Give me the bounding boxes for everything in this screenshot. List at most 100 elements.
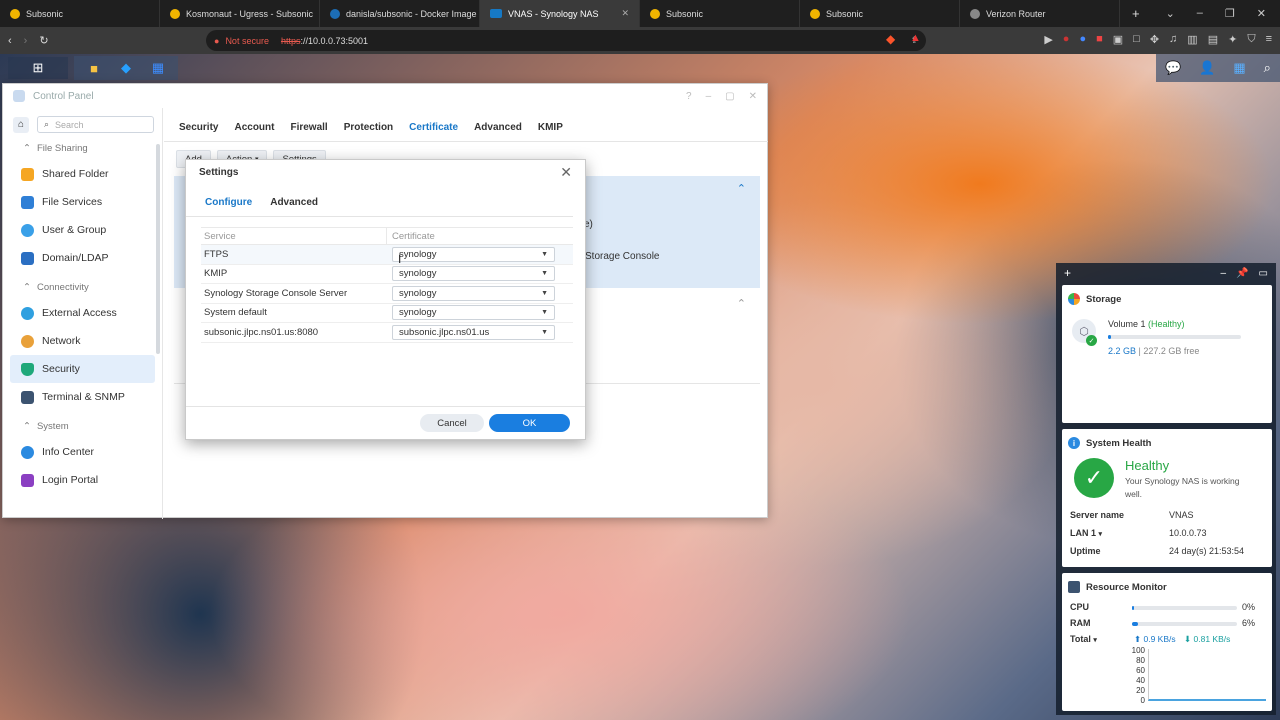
dialog-title-bar[interactable]: Settings ✕ [186,160,585,185]
forward-icon[interactable]: › [24,35,28,47]
tab-protection[interactable]: Protection [344,122,393,141]
sidebar-item-domain-ldap[interactable]: Domain/LDAP [3,244,162,272]
sidebar-item-file-services[interactable]: File Services [3,188,162,216]
music-icon[interactable]: ♫ [1169,33,1177,46]
widget-title: Resource Monitor [1086,581,1167,593]
widgets-icon[interactable]: ▦ [1233,60,1245,76]
tab-advanced[interactable]: Advanced [474,122,522,141]
table-row[interactable]: System default synology ▼ [201,304,573,323]
control-panel-icon[interactable]: ▦ [144,57,172,79]
chevron-up-icon[interactable]: ⌃ [737,182,746,195]
subsonic-icon [810,8,820,19]
back-icon[interactable]: ‹ [8,35,12,47]
new-tab-icon[interactable]: + [1120,6,1152,21]
address-bar[interactable]: ● Not secure https://10.0.0.73:5001 ⇪ [206,30,926,51]
dock-icon[interactable]: ▭ [1259,268,1268,279]
browser-tab-active[interactable]: VNAS - Synology NAS ✕ [480,0,640,27]
package-center-icon[interactable]: ◆ [112,57,140,79]
tab-advanced[interactable]: Advanced [270,197,318,216]
chevron-up-icon[interactable]: ⌃ [737,297,746,310]
card-text: Storage Console [585,251,660,262]
close-tab-icon[interactable]: ✕ [621,8,629,19]
restore-icon[interactable]: ❐ [1225,7,1235,20]
window-title-bar[interactable]: Control Panel ? – ▢ ✕ [3,84,767,108]
close-icon[interactable]: ✕ [749,91,757,102]
cancel-button[interactable]: Cancel [420,414,484,432]
tab-account[interactable]: Account [234,122,274,141]
sidebar-item-terminal-snmp[interactable]: Terminal & SNMP [3,383,162,411]
reload-icon[interactable]: ↻ [39,34,48,47]
search-icon[interactable]: ⌕ [1264,60,1271,76]
close-window-icon[interactable]: ✕ [1257,7,1266,20]
browser-tab[interactable]: Subsonic [800,0,960,27]
certificate-select[interactable]: synology ▼ [392,246,555,262]
browser-tab[interactable]: danisla/subsonic - Docker Image | D [320,0,480,27]
extension-icon[interactable]: ● [1063,33,1070,46]
file-station-icon[interactable]: ■ [80,57,108,79]
chat-icon[interactable]: 💬 [1165,60,1181,76]
close-icon[interactable]: ✕ [560,164,572,181]
main-menu-icon[interactable]: ⊞ [8,57,68,79]
tab-list-icon[interactable]: ⌄ [1166,7,1175,20]
minimize-icon[interactable]: – [1221,268,1227,279]
browser-tab[interactable]: Verizon Router [960,0,1120,27]
extension-icon[interactable]: ▣ [1113,33,1123,46]
vpn-icon[interactable]: ⛉ [1247,33,1255,46]
ok-button[interactable]: OK [489,414,570,432]
browser-tab[interactable]: Kosmonaut - Ugress - Subsonic [160,0,320,27]
group-system[interactable]: ⌃ System [3,415,162,438]
menu-icon[interactable]: ≡ [1266,33,1272,46]
certificate-select[interactable]: subsonic.jlpc.ns01.us ▼ [392,324,555,340]
tab-kmip[interactable]: KMIP [538,122,563,141]
table-row[interactable]: subsonic.jlpc.ns01.us:8080 subsonic.jlpc… [201,323,573,343]
sidebar-item-network[interactable]: Network [3,327,162,355]
sidebar-item-shared-folder[interactable]: Shared Folder [3,160,162,188]
group-file-sharing[interactable]: ⌃ File Sharing [3,137,162,160]
search-input[interactable]: ⌕ Search [37,116,154,133]
tab-configure[interactable]: Configure [205,197,252,216]
sidebar-item-login-portal[interactable]: Login Portal [3,466,162,494]
puzzle-icon[interactable]: ✥ [1150,33,1159,46]
brave-shield-icon[interactable]: ◆ [886,32,895,46]
ram-value: 6% [1242,618,1256,628]
group-connectivity[interactable]: ⌃ Connectivity [3,276,162,299]
help-icon[interactable]: ? [686,91,692,102]
tab-security[interactable]: Security [179,122,218,141]
sidebar-item-info-center[interactable]: Info Center [3,438,162,466]
tab-firewall[interactable]: Firewall [290,122,327,141]
table-row[interactable]: FTPS synology ▼ [201,245,573,265]
play-icon[interactable]: ▶ [1044,33,1052,46]
minimize-icon[interactable]: – [706,91,712,102]
certificate-select[interactable]: synology ▼ [392,305,555,321]
total-label[interactable]: Total [1070,634,1091,644]
browser-tab[interactable]: Subsonic [0,0,160,27]
user-icon[interactable]: 👤 [1199,60,1215,76]
minimize-icon[interactable]: – [1197,7,1203,20]
sidebar-icon[interactable]: ▥ [1187,33,1197,46]
lan-label[interactable]: LAN 1 [1070,528,1096,538]
sidebar-item-external-access[interactable]: External Access [3,299,162,327]
sidebar-item-security[interactable]: Security [10,355,155,383]
extension-icon[interactable]: ● [1079,33,1086,46]
tab-certificate[interactable]: Certificate [409,122,458,141]
browser-tab[interactable]: Subsonic [640,0,800,27]
security-label[interactable]: Not secure [225,36,269,46]
extension-icon[interactable]: □ [1133,33,1140,46]
extension-icon[interactable]: ■ [1096,33,1103,46]
wallet-icon[interactable]: ▤ [1208,33,1218,46]
maximize-icon[interactable]: ▢ [725,91,734,102]
home-icon[interactable]: ⌂ [13,116,29,133]
column-header-certificate[interactable]: Certificate [387,231,573,242]
leo-icon[interactable]: ✦ [1228,33,1237,46]
sidebar-item-user-group[interactable]: User & Group [3,216,162,244]
certificate-select[interactable]: synology ▼ [392,285,555,301]
certificate-select[interactable]: synology ▼ [392,266,555,282]
users-icon [21,223,34,237]
sidebar-scrollbar[interactable] [156,144,160,354]
column-header-service[interactable]: Service [201,228,387,244]
add-widget-icon[interactable]: + [1064,266,1071,280]
table-row[interactable]: Synology Storage Console Server synology… [201,284,573,304]
brave-rewards-icon[interactable]: ▲ [910,32,921,44]
pin-icon[interactable]: 📌 [1236,268,1248,279]
table-row[interactable]: KMIP synology ▼ [201,265,573,284]
